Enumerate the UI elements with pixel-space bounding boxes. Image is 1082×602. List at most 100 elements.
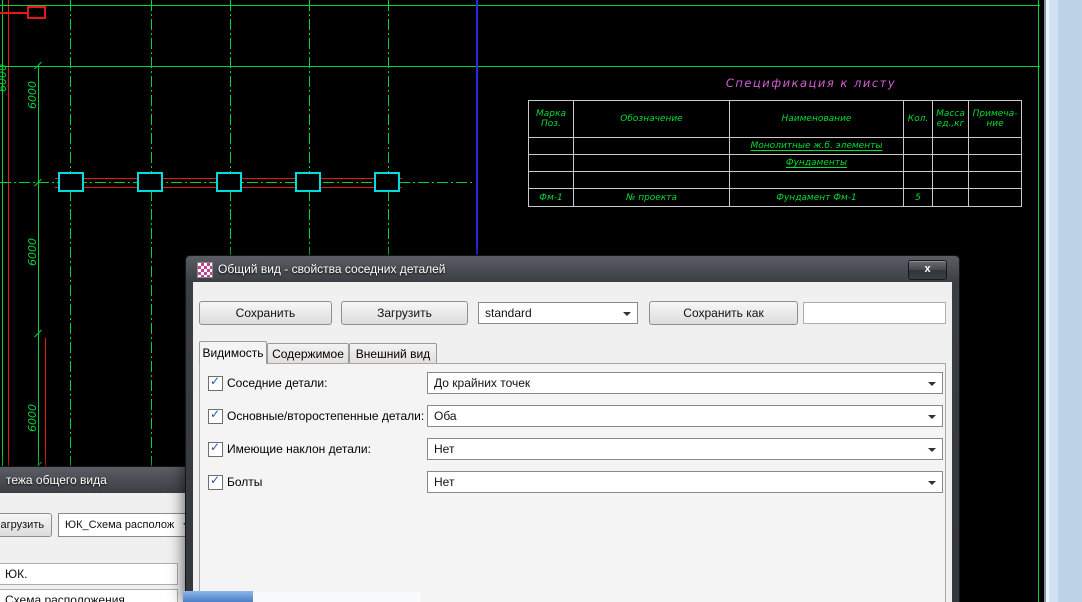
spec-cell: 5 [904,189,933,206]
chevron-down-icon [928,415,936,423]
spec-cell [904,172,933,189]
cad-workspace: 6000 6000 6000 6000 Спецификация к листу… [0,0,1082,602]
scheme-combobox-value: ЮК_Схема располож [65,519,174,531]
spec-header: Масса ед.,кг [933,101,969,138]
spec-cell [969,172,1021,189]
close-button[interactable]: x [908,260,947,280]
tab-visibility[interactable]: Видимость [199,341,267,364]
spec-cell [904,138,933,155]
dimension-label: 6000 [26,230,38,274]
combobox-bolts[interactable]: Нет [427,471,943,493]
preset-name-input[interactable] [803,302,946,324]
spec-cell [529,172,574,189]
scheme-combobox[interactable]: ЮК_Схема располож [58,513,191,537]
preset-combobox-value: standard [485,306,532,320]
checkbox-adjacent-parts[interactable]: ✓ [208,376,223,391]
combobox-value: До крайних точек [434,376,530,390]
description-field[interactable]: Схема расположения ... [0,589,178,602]
load-button[interactable]: Загрузить [341,301,468,325]
spec-cell [730,172,904,189]
spec-cell [574,155,730,172]
spec-header: Кол. [904,101,933,138]
spec-cell [574,138,730,155]
spec-cell [933,155,969,172]
foundation-square [58,172,84,192]
red-top-segment [0,12,28,14]
combobox-adjacent-parts[interactable]: До крайних точек [427,372,943,394]
grid-hline-top [0,5,1040,6]
spec-header: Обозначение [574,101,730,138]
spec-table: Марка Поз. Обозначение Наименование Кол.… [528,100,1022,207]
combobox-value: Нет [434,442,454,456]
chevron-down-icon [623,312,631,320]
spec-cell [529,155,574,172]
save-as-button[interactable]: Сохранить как [649,301,798,325]
dimension-label: 6000 [26,396,38,440]
chevron-down-icon [928,481,936,489]
combobox-value: Оба [434,409,457,423]
foundation-square [216,172,242,192]
red-marker-box [27,6,46,19]
dialog-client: Загрузить ЮК_Схема располож ЮК. Схема ра… [0,493,190,602]
name-field[interactable]: ЮК. [0,563,178,585]
adjacent-parts-dialog: Общий вид - свойства соседних деталей x … [185,255,960,602]
dialog-titlebar[interactable]: Общий вид - свойства соседних деталей x [186,256,959,282]
spec-cell: № проекта [574,189,730,206]
checkbox-main-secondary[interactable]: ✓ [208,409,223,424]
foundation-square [295,172,321,192]
check-icon: ✓ [210,473,220,487]
spec-cell: Фм-1 [529,189,574,206]
check-icon: ✓ [210,440,220,454]
spec-cell [933,189,969,206]
spec-cell [969,138,1021,155]
spec-cell [933,138,969,155]
checkbox-bolts[interactable]: ✓ [208,475,223,490]
combobox-main-secondary[interactable]: Оба [427,405,943,427]
app-icon [197,262,213,278]
dialog-title: Общий вид - свойства соседних деталей [218,262,446,276]
check-icon: ✓ [210,374,220,388]
check-icon: ✓ [210,407,220,421]
visibility-tab-panel: ✓ Соседние детали: До крайних точек ✓ Ос… [199,363,946,602]
checkbox-sloped-parts[interactable]: ✓ [208,442,223,457]
dialog-title: тежа общего вида [6,473,107,487]
spec-table-title: Спецификация к листу [706,76,916,90]
label-adjacent-parts: Соседние детали: [227,376,327,390]
description-field-value: Схема расположения ... [5,593,138,602]
spec-cell: Фундаменты [730,155,904,172]
label-sloped-parts: Имеющие наклон детали: [227,442,371,456]
spec-cell [969,155,1021,172]
right-window-edge [1044,0,1082,602]
grid-hline-upper [0,66,1040,67]
window-fragment-blue [183,591,253,602]
tab-appearance[interactable]: Внешний вид [349,343,437,363]
combobox-sloped-parts[interactable]: Нет [427,438,943,460]
spec-header: Наименование [730,101,904,138]
spec-cell [933,172,969,189]
dimension-label: 6000 [26,73,38,117]
spec-header: Марка Поз. [529,101,574,138]
tab-content[interactable]: Содержимое [267,343,349,363]
spec-cell: Фундамент Фм-1 [730,189,904,206]
save-button[interactable]: Сохранить [199,301,332,325]
spec-cell [574,172,730,189]
chevron-down-icon [928,382,936,390]
load-button[interactable]: Загрузить [0,513,52,537]
foundation-square [137,172,163,192]
spec-cell [969,189,1021,206]
preset-combobox[interactable]: standard [478,302,638,324]
combobox-value: Нет [434,475,454,489]
spec-cell [904,155,933,172]
spec-header: Примеча- ние [969,101,1021,138]
drawing-frame-right-line [1038,0,1039,602]
dimension-label-clipped: 6000 [0,56,8,100]
close-icon: x [924,263,930,275]
dialog-client: Сохранить Загрузить standard Сохранить к… [193,282,952,602]
label-bolts: Болты [227,475,262,489]
background-dialog: тежа общего вида Загрузить ЮК_Схема расп… [0,466,191,602]
window-fragment-white [253,592,421,602]
foundation-square [374,172,400,192]
spec-cell [529,138,574,155]
dialog-titlebar[interactable]: тежа общего вида [0,467,190,493]
spec-cell: Монолитные ж.б. элементы [730,138,904,155]
